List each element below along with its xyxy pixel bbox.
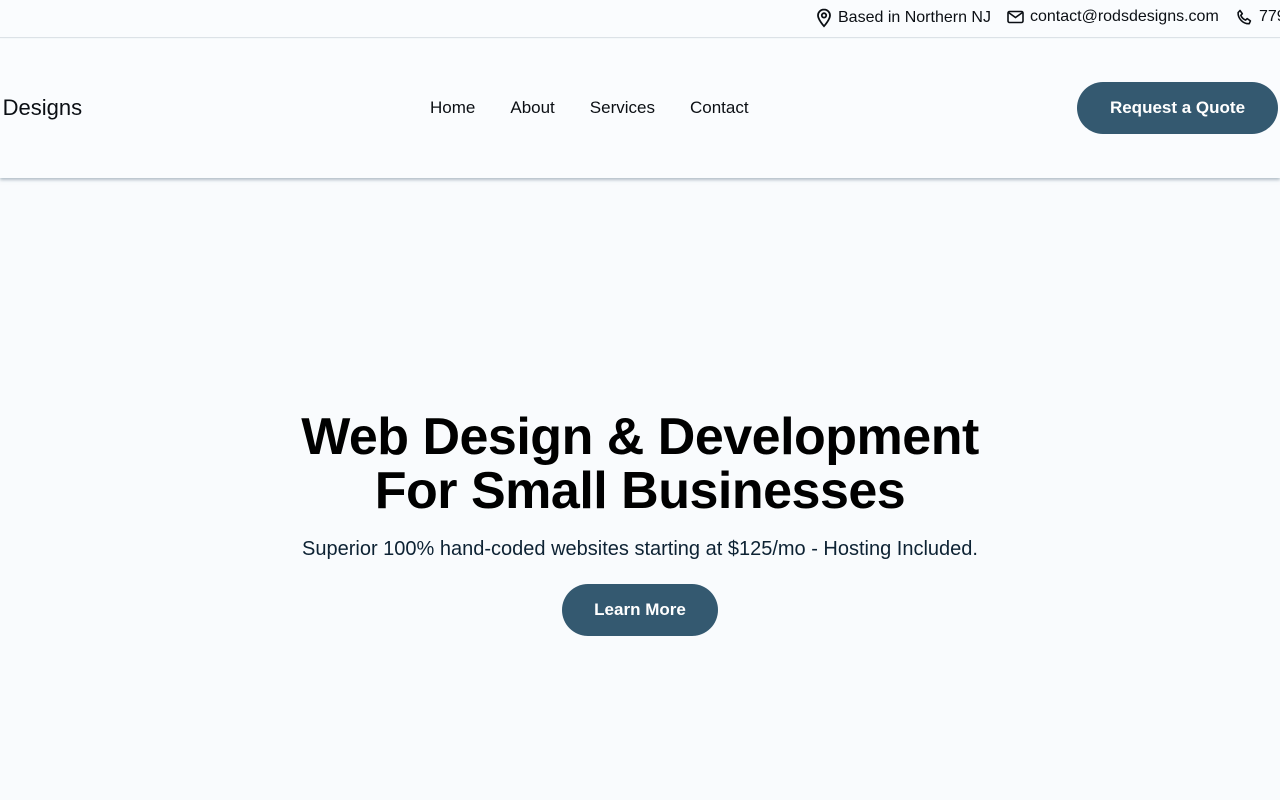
location-info: Based in Northern NJ bbox=[816, 8, 991, 28]
phone-icon bbox=[1236, 9, 1253, 26]
brand-logo[interactable]: eb Designs bbox=[0, 95, 82, 121]
hero-subtitle: Superior 100% hand-coded websites starti… bbox=[302, 538, 978, 560]
phone-link[interactable]: 779 bbox=[1236, 8, 1280, 26]
email-link[interactable]: contact@rodsdesigns.com bbox=[1007, 8, 1219, 26]
top-contact-bar: Based in Northern NJ contact@rodsdesigns… bbox=[0, 0, 1280, 38]
hero-title-line-1: Web Design & Development bbox=[301, 408, 979, 466]
hero-title-line-2: For Small Businesses bbox=[374, 462, 906, 520]
hero-section: Web Design & Development For Small Busin… bbox=[0, 178, 1280, 800]
nav-home[interactable]: Home bbox=[430, 98, 475, 118]
main-nav: Home About Services Contact bbox=[430, 98, 749, 118]
location-text: Based in Northern NJ bbox=[838, 9, 991, 26]
envelope-icon bbox=[1007, 10, 1024, 24]
email-text[interactable]: contact@rodsdesigns.com bbox=[1030, 8, 1219, 26]
site-header: eb Designs Home About Services Contact R… bbox=[0, 39, 1280, 178]
phone-text[interactable]: 779 bbox=[1259, 8, 1280, 26]
nav-services[interactable]: Services bbox=[590, 98, 655, 118]
hero-title: Web Design & Development For Small Busin… bbox=[0, 410, 1280, 518]
learn-more-button[interactable]: Learn More bbox=[562, 584, 718, 636]
nav-about[interactable]: About bbox=[510, 98, 554, 118]
nav-contact[interactable]: Contact bbox=[690, 98, 749, 118]
map-pin-icon bbox=[816, 8, 832, 28]
request-quote-button[interactable]: Request a Quote bbox=[1077, 82, 1278, 134]
